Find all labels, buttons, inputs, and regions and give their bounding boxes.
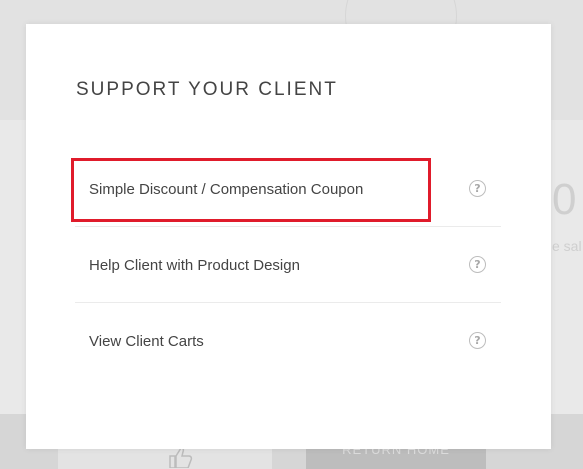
support-client-modal: SUPPORT YOUR CLIENT Simple Discount / Co… xyxy=(26,24,551,449)
question-circle-icon[interactable]: ? xyxy=(469,332,486,349)
question-circle-icon[interactable]: ? xyxy=(469,256,486,273)
option-label: Help Client with Product Design xyxy=(89,257,300,274)
thumbs-up-icon xyxy=(169,447,193,468)
question-circle-icon[interactable]: ? xyxy=(469,180,486,197)
background-stat-caption: e sal xyxy=(552,238,582,254)
option-view-client-carts[interactable]: View Client Carts ? xyxy=(75,303,501,378)
option-help-product-design[interactable]: Help Client with Product Design ? xyxy=(75,227,501,303)
support-options-list: Simple Discount / Compensation Coupon ? … xyxy=(75,151,501,378)
option-label: View Client Carts xyxy=(89,333,204,350)
option-label: Simple Discount / Compensation Coupon xyxy=(89,181,364,198)
option-simple-discount-coupon[interactable]: Simple Discount / Compensation Coupon ? xyxy=(75,151,501,227)
modal-title: SUPPORT YOUR CLIENT xyxy=(76,79,338,100)
background-stat-value: 0 xyxy=(552,175,577,224)
